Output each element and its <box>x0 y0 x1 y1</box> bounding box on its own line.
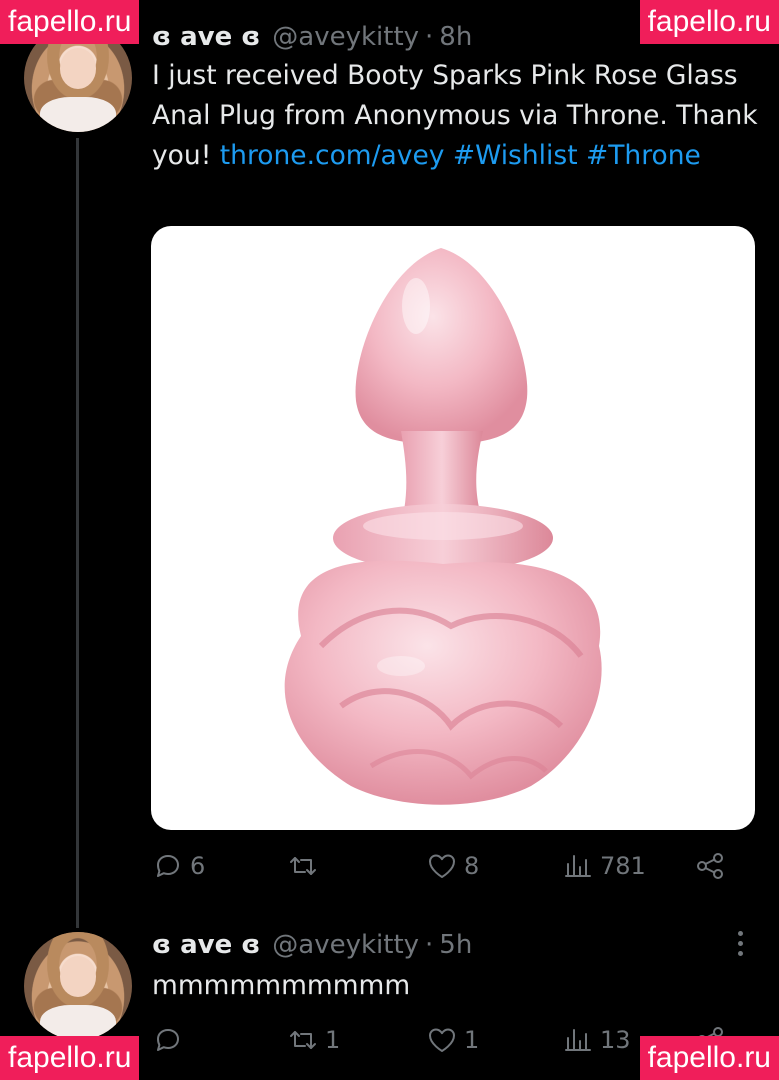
views-count: 13 <box>600 1026 631 1054</box>
tweet-text: mmmmmmmmmm <box>152 966 762 1006</box>
watermark-top-left: fapello.ru <box>0 0 140 44</box>
tweet-text: I just received Booty Sparks Pink Rose G… <box>152 56 762 176</box>
avatar-shirt <box>40 97 116 132</box>
views-icon <box>565 855 591 877</box>
thread-line <box>76 138 79 928</box>
throne-link[interactable]: throne.com/avey <box>220 140 445 171</box>
retweet-count: 1 <box>325 1026 341 1054</box>
reply-button[interactable]: 6 <box>152 850 205 882</box>
tweet-actions: 6 8 781 <box>152 850 742 894</box>
reply-icon <box>157 855 179 877</box>
views-count: 781 <box>600 852 646 880</box>
user-handle[interactable]: @aveykitty <box>272 22 419 52</box>
avatar-face <box>59 955 97 997</box>
retweet-button[interactable]: 1 <box>287 1024 340 1056</box>
like-icon <box>429 854 455 878</box>
views-button[interactable]: 13 <box>562 1024 631 1056</box>
watermark-bottom-left: fapello.ru <box>0 1036 140 1080</box>
separator: · <box>425 22 434 52</box>
share-icon <box>697 853 723 879</box>
views-icon <box>565 1029 591 1051</box>
hashtag-wishlist[interactable]: #Wishlist <box>453 140 578 171</box>
reply-count: 6 <box>190 852 206 880</box>
product-image <box>284 248 602 805</box>
tweet-media-image[interactable] <box>151 226 755 830</box>
retweet-icon <box>290 857 316 875</box>
share-button[interactable] <box>694 850 726 882</box>
reply-icon <box>157 1029 179 1051</box>
hashtag-throne[interactable]: #Throne <box>586 140 701 171</box>
display-name[interactable]: ɞ ave ɞ <box>152 22 260 52</box>
avatar-shirt <box>40 1005 116 1040</box>
retweet-button[interactable] <box>287 850 325 882</box>
tweet-body: mmmmmmmmmm <box>152 970 411 1001</box>
tweet-header: ɞ ave ɞ @aveykitty · 5h <box>152 930 472 960</box>
like-icon <box>429 1028 455 1052</box>
watermark-bottom-right: fapello.ru <box>639 1036 779 1080</box>
more-icon <box>730 931 750 956</box>
user-handle[interactable]: @aveykitty <box>272 930 419 960</box>
more-button[interactable] <box>730 928 750 962</box>
avatar-face <box>59 47 97 89</box>
timestamp[interactable]: 5h <box>439 930 472 960</box>
like-button[interactable]: 8 <box>426 850 479 882</box>
like-count: 8 <box>464 852 480 880</box>
timestamp[interactable]: 8h <box>439 22 472 52</box>
display-name[interactable]: ɞ ave ɞ <box>152 930 260 960</box>
watermark-top-right: fapello.ru <box>639 0 779 44</box>
views-button[interactable]: 781 <box>562 850 646 882</box>
avatar[interactable] <box>24 932 132 1040</box>
like-button[interactable]: 1 <box>426 1024 479 1056</box>
tweet-header: ɞ ave ɞ @aveykitty · 8h <box>152 22 472 52</box>
separator: · <box>425 930 434 960</box>
like-count: 1 <box>464 1026 480 1054</box>
retweet-icon <box>290 1031 316 1049</box>
reply-button[interactable] <box>152 1024 190 1056</box>
